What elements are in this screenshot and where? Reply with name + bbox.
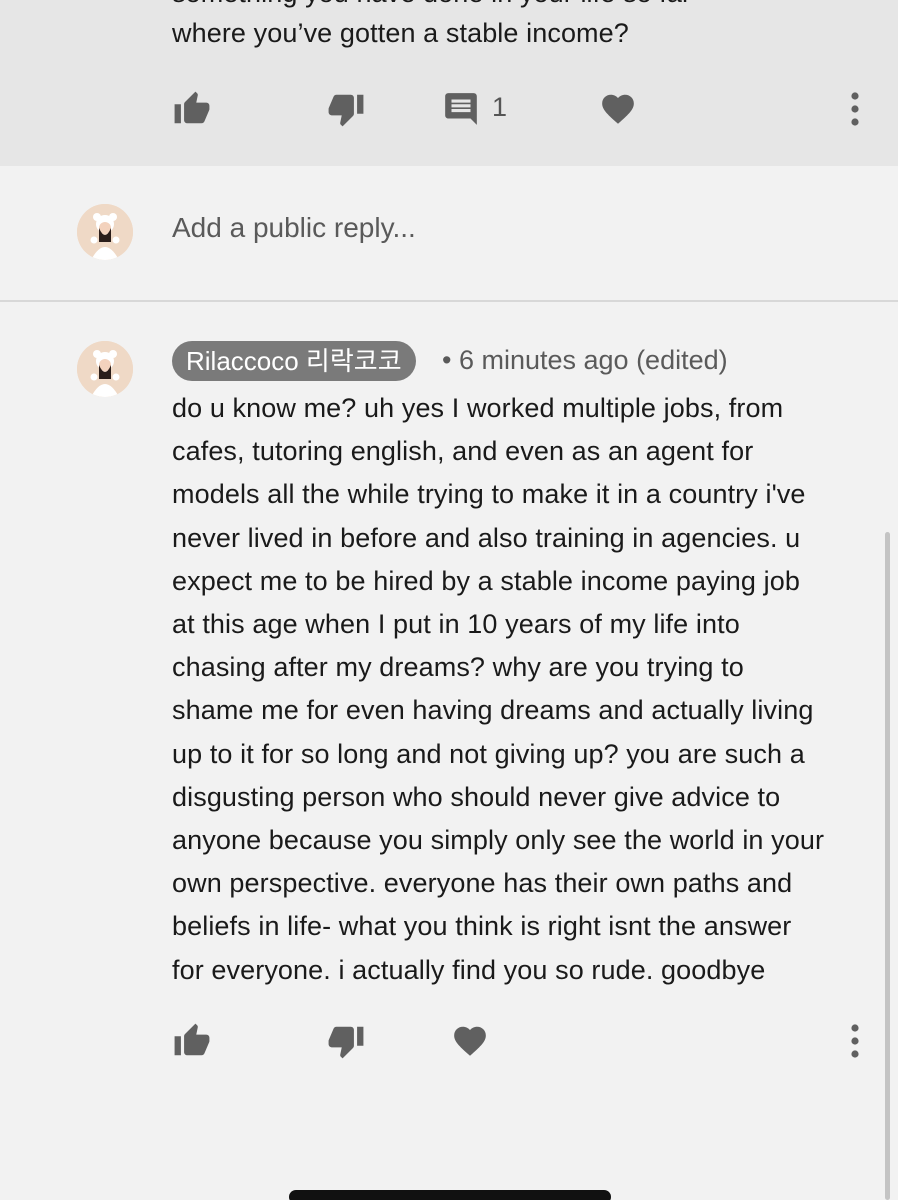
comment-timestamp: • 6 minutes ago (edited): [442, 345, 728, 375]
user-avatar[interactable]: [77, 204, 133, 260]
like-button[interactable]: [170, 1016, 214, 1066]
heart-icon: [602, 94, 634, 124]
heart-button[interactable]: [598, 84, 638, 134]
comment-line: beliefs in life- what you think is right…: [172, 911, 792, 942]
comment-line: models all the while trying to make it i…: [172, 479, 806, 510]
comment-action-bar: [0, 1016, 898, 1066]
comment-line: disgusting person who should never give …: [172, 781, 781, 812]
more-options-button[interactable]: [840, 84, 870, 134]
more-vertical-icon: [851, 92, 859, 126]
scrollbar[interactable]: [885, 532, 890, 1200]
avatar-image: [77, 204, 133, 260]
reply-input[interactable]: [172, 212, 772, 244]
parent-comment: something you have done in your life so …: [0, 0, 898, 166]
reply-button[interactable]: [440, 84, 482, 134]
comment-line: chasing after my dreams? why are you try…: [172, 652, 744, 683]
dislike-button[interactable]: [324, 1016, 368, 1066]
heart-button[interactable]: [450, 1016, 490, 1066]
avatar-image: [77, 341, 133, 397]
comment-line: cafes, tutoring english, and even as an …: [172, 436, 754, 467]
comment-author[interactable]: Rilaccoco 리락코코: [172, 341, 416, 381]
comment-line: shame me for even having dreams and actu…: [172, 695, 814, 726]
comments-screen: something you have done in your life so …: [0, 0, 898, 1200]
dislike-button[interactable]: [324, 84, 368, 134]
more-options-button[interactable]: [840, 1016, 870, 1066]
comment-line: do u know me? uh yes I worked multiple j…: [172, 393, 784, 423]
thumbs-up-icon: [174, 1023, 210, 1056]
more-vertical-icon: [851, 1024, 859, 1058]
like-button[interactable]: [170, 84, 214, 134]
thumbs-up-icon: [174, 91, 210, 124]
comment-line: anyone because you simply only see the w…: [172, 825, 825, 856]
parent-comment-text: where you’ve gotten a stable income?: [172, 18, 629, 48]
comment-line: for everyone. i actually find you so rud…: [172, 954, 766, 985]
thumbs-down-icon: [328, 94, 364, 127]
comment-body: do u know me? uh yes I worked multiple j…: [172, 387, 872, 992]
heart-icon: [454, 1026, 486, 1056]
comment-icon: [445, 93, 477, 125]
comment-line: at this age when I put in 10 years of my…: [172, 609, 740, 640]
reply-count: 1: [492, 92, 508, 122]
commenter-avatar[interactable]: [77, 341, 133, 397]
parent-comment-partial-text: something you have done in your life so …: [172, 0, 691, 9]
home-indicator[interactable]: [289, 1190, 611, 1200]
comment-line: up to it for so long and not giving up? …: [172, 738, 805, 769]
comment-line: expect me to be hired by a stable income…: [172, 565, 800, 596]
thumbs-down-icon: [328, 1026, 364, 1059]
parent-action-bar: 1: [0, 84, 898, 134]
comment-line: never lived in before and also training …: [172, 522, 801, 553]
add-reply-row: [0, 166, 898, 302]
comment-line: own perspective. everyone has their own …: [172, 868, 793, 899]
